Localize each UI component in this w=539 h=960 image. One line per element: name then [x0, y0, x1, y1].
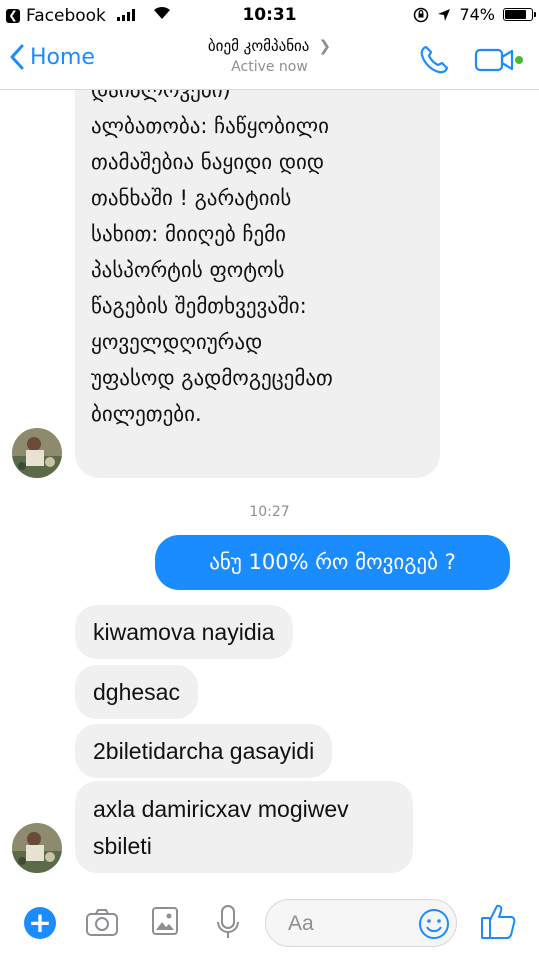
message-line: პასპორტის ფოტოს: [91, 258, 285, 282]
incoming-message[interactable]: axla damiricxav mogiwev sbileti: [75, 781, 413, 873]
message-timestamp: 10:27: [249, 504, 290, 520]
avatar[interactable]: [12, 428, 62, 478]
avatar-photo: [12, 428, 62, 478]
add-more-button[interactable]: +: [24, 907, 56, 939]
message-line: ყოველდღიურად: [91, 330, 263, 354]
smiley-icon: [419, 909, 449, 939]
emoji-button[interactable]: [418, 908, 450, 944]
camera-icon: [86, 909, 118, 936]
message-line: ბილეთები.: [91, 402, 202, 426]
contact-header[interactable]: ბიემ კომპანია ❯ Active now: [0, 36, 539, 75]
chevron-right-icon: ❯: [318, 37, 332, 55]
message-thread[interactable]: დაიბლოკები) ალბათობა: ჩაწყობილი თამაშები…: [0, 90, 539, 873]
avatar[interactable]: [12, 823, 62, 873]
contact-status: Active now: [231, 59, 308, 75]
image-icon: [152, 907, 178, 935]
thumbs-up-icon: [481, 904, 516, 939]
phone-icon: [420, 45, 449, 74]
incoming-message-long[interactable]: დაიბლოკები) ალბათობა: ჩაწყობილი თამაშები…: [75, 90, 440, 478]
message-field[interactable]: [265, 899, 457, 947]
battery-fill: [505, 10, 526, 19]
incoming-message[interactable]: dghesac: [75, 665, 198, 719]
message-input[interactable]: [286, 910, 410, 938]
message-line: წაგების შემთხვევაში:: [91, 294, 307, 318]
plus-icon: +: [28, 906, 52, 939]
call-button[interactable]: [418, 44, 450, 80]
video-call-button[interactable]: [474, 46, 526, 78]
avatar-photo: [12, 823, 62, 873]
conversation-header: Home ბიემ კომპანია ❯ Active now: [0, 30, 539, 90]
message-line: axla damiricxav mogiwev: [93, 796, 349, 822]
incoming-message[interactable]: 2biletidarcha gasayidi: [75, 724, 333, 778]
message-line: თამაშებია ნაყიდი დიდ: [91, 150, 325, 174]
message-line: sbileti: [93, 833, 152, 859]
location-arrow-icon: [438, 8, 451, 21]
camera-button[interactable]: [85, 907, 119, 941]
message-line: უფასოდ გადმოგეცემათ: [91, 366, 333, 390]
outgoing-message[interactable]: ანუ 100% რო მოვიგებ ?: [155, 535, 510, 590]
gallery-button[interactable]: [151, 906, 179, 940]
message-line: სახით: მიიღებ ჩემი: [91, 222, 286, 246]
incoming-message[interactable]: kiwamova nayidia: [75, 605, 293, 659]
message-line: თანხაში ! გარატიის: [91, 186, 292, 210]
composer-bar: +: [0, 873, 539, 960]
status-bar: ❮ Facebook 10:31 74%: [0, 0, 539, 30]
voice-button[interactable]: [215, 904, 241, 944]
orientation-lock-icon: [414, 7, 429, 22]
like-button[interactable]: [480, 902, 516, 944]
active-dot-icon: [515, 56, 523, 64]
video-camera-icon: [474, 48, 523, 72]
message-line: ალბათობა: ჩაწყობილი: [91, 114, 330, 138]
message-line: დაიბლოკები): [91, 90, 231, 102]
contact-name: ბიემ კომპანია: [207, 37, 310, 55]
microphone-icon: [217, 905, 239, 938]
battery-percent: 74%: [459, 5, 495, 24]
battery-icon: [503, 8, 536, 21]
